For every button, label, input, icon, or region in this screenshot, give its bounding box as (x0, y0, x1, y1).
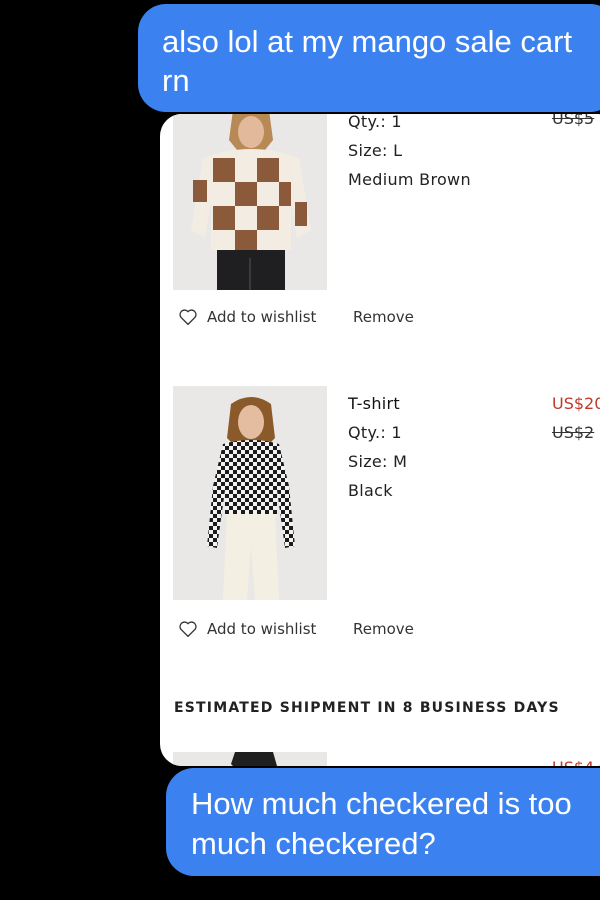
item-2-actions: Add to wishlist Remove (178, 620, 414, 638)
cart-screenshot[interactable]: Qty.: 1 Size: L Medium Brown US$5 Add to… (160, 114, 600, 766)
remove-button[interactable]: Remove (353, 308, 414, 326)
add-to-wishlist-button[interactable]: Add to wishlist (178, 308, 316, 326)
item-1-actions: Add to wishlist Remove (178, 308, 414, 326)
product-image-checkered-tshirt[interactable] (173, 386, 327, 600)
message-text-top: also lol at my mango sale cart rn (162, 24, 573, 98)
product-image-partial[interactable] (173, 752, 327, 766)
item-2-qty: Qty.: 1 (348, 423, 402, 442)
item-2-sale-price: US$20 (552, 394, 600, 413)
wishlist-label: Add to wishlist (207, 308, 317, 326)
item-2-color: Black (348, 481, 393, 500)
item-1-size: Size: L (348, 141, 403, 160)
item-2-price: US$20 US$2 (552, 389, 600, 447)
wishlist-label: Add to wishlist (207, 620, 317, 638)
message-text-bottom: How much checkered is too much checkered… (191, 786, 572, 861)
heart-outline-icon (179, 621, 197, 638)
item-2-name: T-shirt (348, 394, 400, 413)
item-1-details: Qty.: 1 Size: L Medium Brown (348, 114, 471, 194)
product-image-checkered-sweater[interactable] (173, 114, 327, 290)
item-2-details: T-shirt Qty.: 1 Size: M Black (348, 389, 407, 505)
heart-outline-icon (179, 309, 197, 326)
remove-button[interactable]: Remove (353, 620, 414, 638)
item-3-price: US$4 (552, 753, 594, 766)
message-bubble-bottom: How much checkered is too much checkered… (166, 768, 600, 876)
add-to-wishlist-button[interactable]: Add to wishlist (178, 620, 316, 638)
item-2-original-price: US$2 (552, 423, 595, 442)
item-1-qty: Qty.: 1 (348, 114, 402, 131)
item-1-original-price: US$5 (552, 114, 595, 128)
item-1-color: Medium Brown (348, 170, 471, 189)
item-3-sale-price: US$4 (552, 753, 594, 766)
shipment-notice: ESTIMATED SHIPMENT IN 8 BUSINESS DAYS (174, 700, 560, 716)
item-1-price: US$5 (552, 114, 594, 133)
item-2-size: Size: M (348, 452, 408, 471)
message-bubble-top: also lol at my mango sale cart rn (138, 4, 600, 112)
